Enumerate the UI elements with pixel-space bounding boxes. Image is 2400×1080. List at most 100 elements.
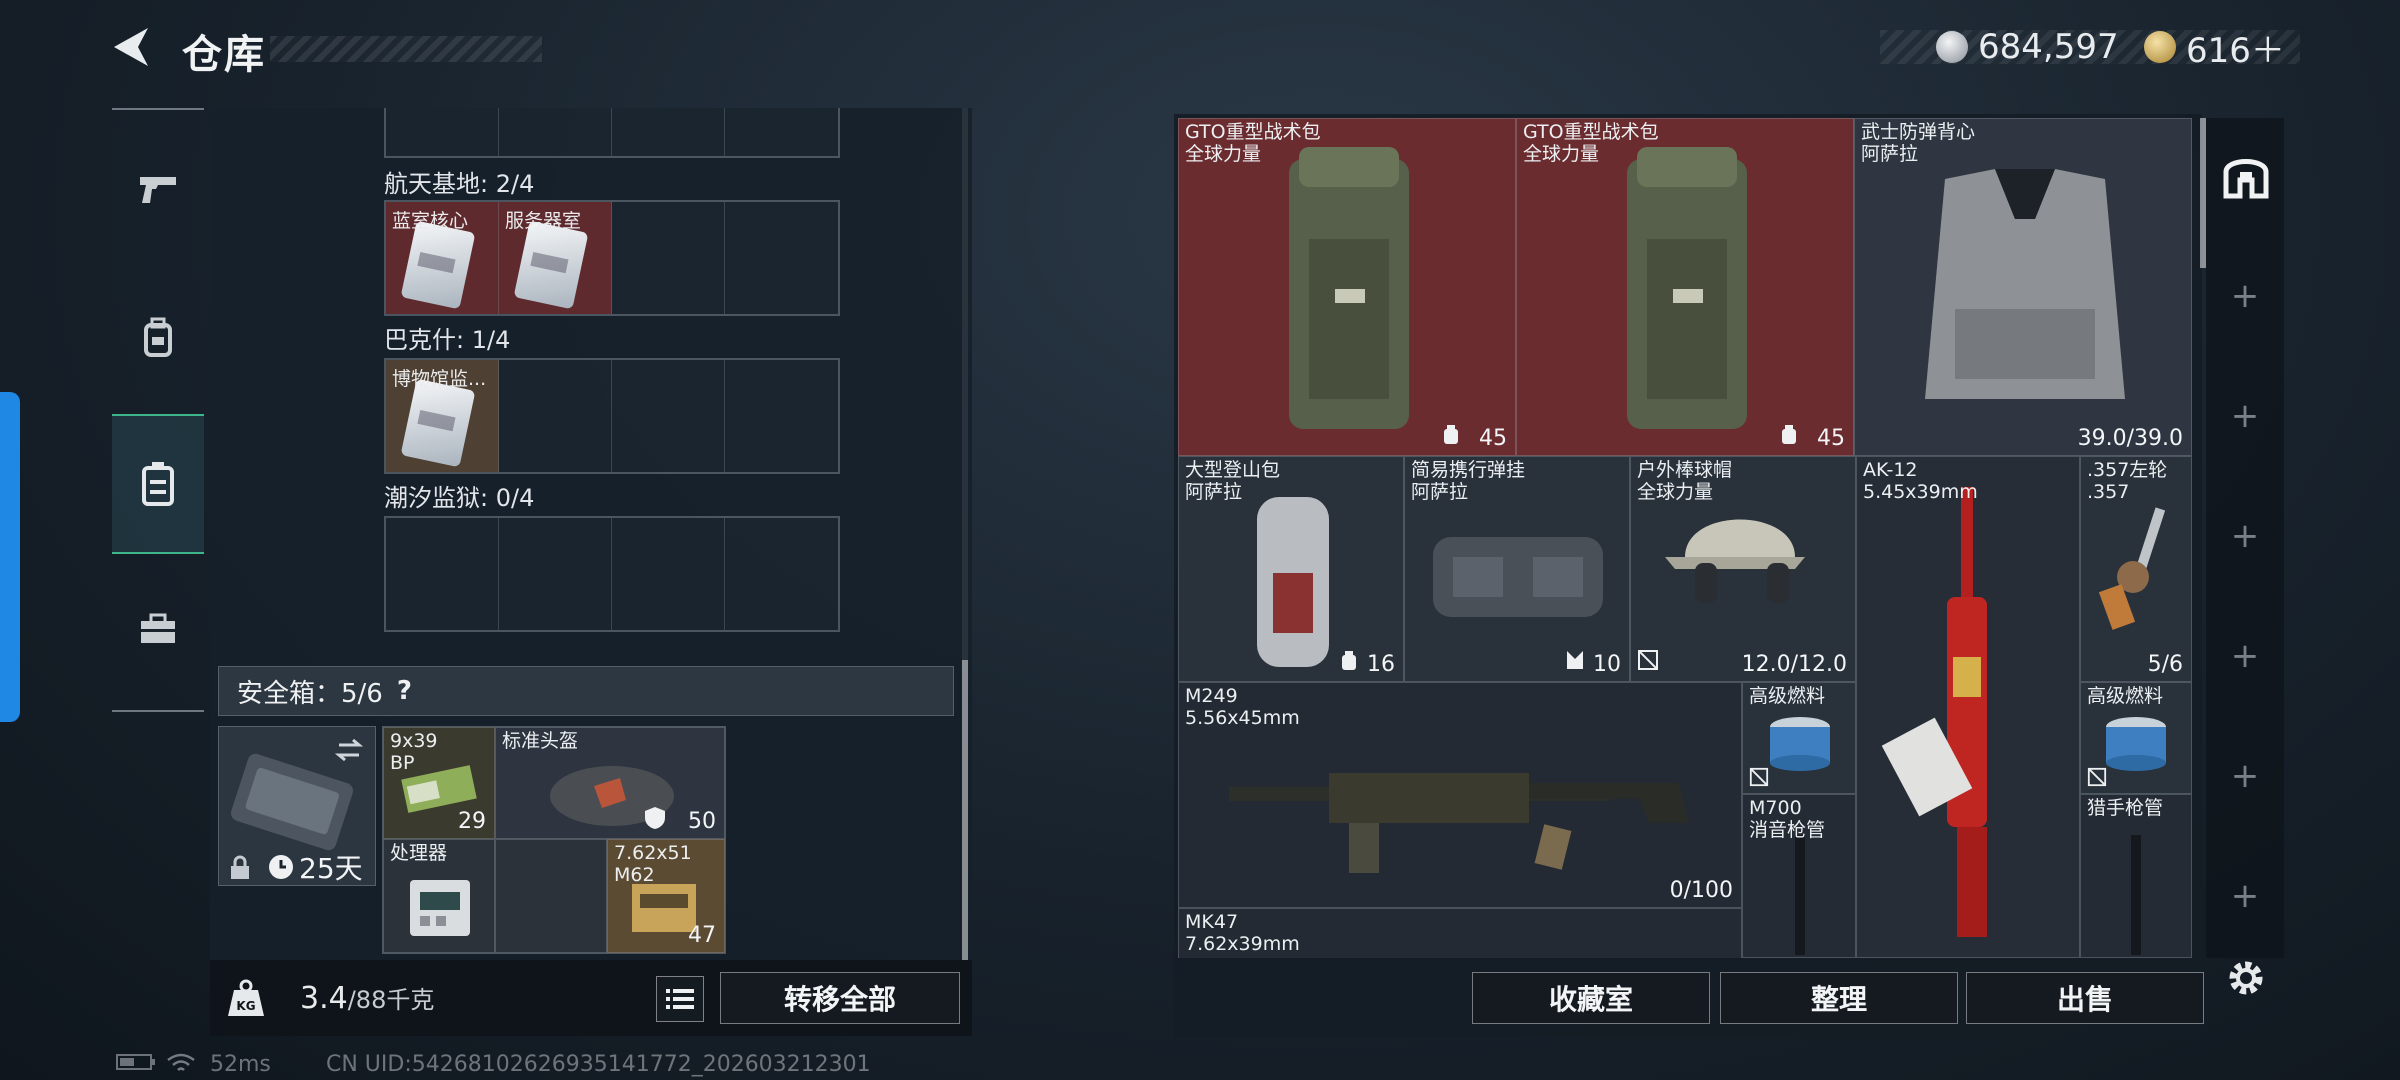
add-tab-button[interactable]: + [2206,636,2284,676]
currency-silver[interactable]: 684,597 [1936,27,2119,67]
revolver-icon [2098,507,2166,630]
stash-item-suppressor[interactable]: M700 消音枪管 [1742,794,1856,958]
clock-icon [269,855,293,879]
add-tab-button[interactable]: + [2206,876,2284,916]
stash-item-revolver[interactable]: .357左轮 .357 5/6 [2080,456,2192,682]
no-armor-icon [2087,767,2107,787]
collection-slot[interactable] [612,360,725,472]
safe-box-case[interactable]: 25天 [218,726,376,886]
stash-item-barrel[interactable]: 猎手枪管 [2080,794,2192,958]
rail-gear[interactable] [112,282,204,392]
collection-scroll-thumb[interactable] [962,660,968,960]
collection-slot[interactable] [725,202,838,314]
keycard-icon [400,378,476,468]
collection-room-button[interactable]: 收藏室 [1472,972,1710,1024]
back-arrow-icon [114,28,148,66]
fuel-can-icon [1770,717,1830,771]
stash-item-hiking-bag[interactable]: 大型登山包 阿萨拉 16 [1178,456,1404,682]
safe-box-header: 安全箱：5/6 ? [218,666,954,716]
add-tab-button[interactable]: + [2206,516,2284,556]
collection-slot[interactable] [725,518,838,630]
safe-item-helmet-bag[interactable]: 标准头盔 50 [495,727,725,839]
stash-tab-rail: + + + + + + [2206,118,2284,958]
rail-weapons[interactable] [112,134,204,244]
rail-storage[interactable] [112,414,204,554]
suppressor-icon [1795,835,1805,955]
back-button[interactable] [108,22,158,72]
stash-item-fuel[interactable]: 高级燃料 [2080,682,2192,794]
armor-vest-icon [1925,169,2125,399]
collection-slot[interactable]: 服务器室 [499,202,612,314]
lock-icon [231,855,249,879]
collection-grid: 蓝室核心 服务器室 [384,200,840,316]
no-armor-icon [1749,767,1769,787]
stash-grid: GTO重型战术包 全球力量 45 GTO重型战术包 全球力量 45 武士防弹背心… [1178,118,2194,958]
collection-slot[interactable] [612,518,725,630]
section-label: 潮汐监狱: 0/4 [384,484,535,512]
stash-item-ak12[interactable]: AK-12 5.45x39mm [1856,456,2080,958]
warehouse-tab-icon[interactable] [2222,150,2270,200]
sell-button[interactable]: 出售 [1966,972,2204,1024]
rail-divider [112,710,204,712]
safe-box-grid: 9x39 BP 29 标准头盔 50 处理器 7.62x51 M62 47 [382,726,726,954]
baseball-cap-icon [1665,519,1805,603]
collection-slot[interactable] [499,108,612,156]
uid-readout: CN UID:5426810262693514177​2_20260321230… [326,1052,871,1077]
edge-drawer-tab[interactable] [0,392,20,722]
stash-item-chest-rig[interactable]: 简易携行弹挂 阿萨拉 10 [1404,456,1630,682]
fuel-can-icon [2106,717,2166,771]
collection-slot[interactable] [725,108,838,156]
collection-slot[interactable] [725,360,838,472]
capacity-icon [1342,651,1356,670]
m249-machine-gun-icon [1229,773,1689,873]
add-tab-button[interactable]: + [2206,756,2284,796]
stash-item-fuel[interactable]: 高级燃料 [1742,682,1856,794]
add-tab-button[interactable]: + [2206,396,2284,436]
stash-item-backpack[interactable]: GTO重型战术包 全球力量 45 [1516,118,1854,456]
armor-shield-icon [645,807,665,829]
stash-item-armor[interactable]: 武士防弹背心 阿萨拉 39.0/39.0 [1854,118,2192,456]
capacity-icon [1444,425,1458,444]
section-label: 巴克什: 1/4 [384,326,511,354]
backpack-icon [144,317,172,357]
collection-slot[interactable] [386,108,499,156]
settings-gear-icon[interactable] [2224,956,2268,1000]
collection-slot[interactable]: 博物馆监... [386,360,499,472]
ak12-rifle-icon [1881,487,1987,937]
safe-box-label: 安全箱：5/6 [237,678,383,709]
hiking-backpack-icon [1257,497,1329,667]
collection-grid: 博物馆监... [384,358,840,474]
collection-slot[interactable] [612,108,725,156]
safe-item-ammo[interactable]: 9x39 BP 29 [383,727,495,839]
safe-item-ammo-762[interactable]: 7.62x51 M62 47 [607,839,725,953]
gold-amount: 616＋ [2186,30,2285,71]
collection-slot[interactable] [499,518,612,630]
barrel-icon [2131,835,2141,955]
keycard-icon [513,220,589,310]
safe-slot-empty[interactable] [495,839,607,953]
collection-slot[interactable] [612,202,725,314]
stash-item-cap[interactable]: 户外棒球帽 全球力量 12.0/12.0 [1630,456,1856,682]
add-tab-button[interactable]: + [2206,276,2284,316]
stash-item-mk47[interactable]: MK47 7.62x39mm [1178,908,1742,958]
transfer-all-button[interactable]: 转移全部 [720,972,960,1024]
collection-slot[interactable]: 蓝室核心 [386,202,499,314]
gold-coin-icon [2144,31,2176,63]
weight-readout: 3.4/88千克 [300,981,435,1016]
safe-item-processor[interactable]: 处理器 [383,839,495,953]
stash-item-backpack[interactable]: GTO重型战术包 全球力量 45 [1178,118,1516,456]
collection-slot[interactable] [499,360,612,472]
toolbox-icon [141,613,175,643]
stash-item-m249[interactable]: M249 5.56x45mm 0/100 [1178,682,1742,908]
rail-tools[interactable] [112,574,204,684]
rig-capacity-icon [1567,651,1583,669]
collection-slot[interactable] [386,518,499,630]
sort-button[interactable]: 整理 [1720,972,1958,1024]
section-label: 航天基地: 2/4 [384,170,535,198]
list-view-button[interactable] [656,976,704,1022]
currency-gold[interactable]: 616＋ [2144,28,2285,71]
tactical-backpack-icon [1289,147,1409,429]
help-icon[interactable]: ? [397,676,412,706]
processor-icon [410,880,470,936]
ping-readout: 52ms [210,1052,271,1077]
